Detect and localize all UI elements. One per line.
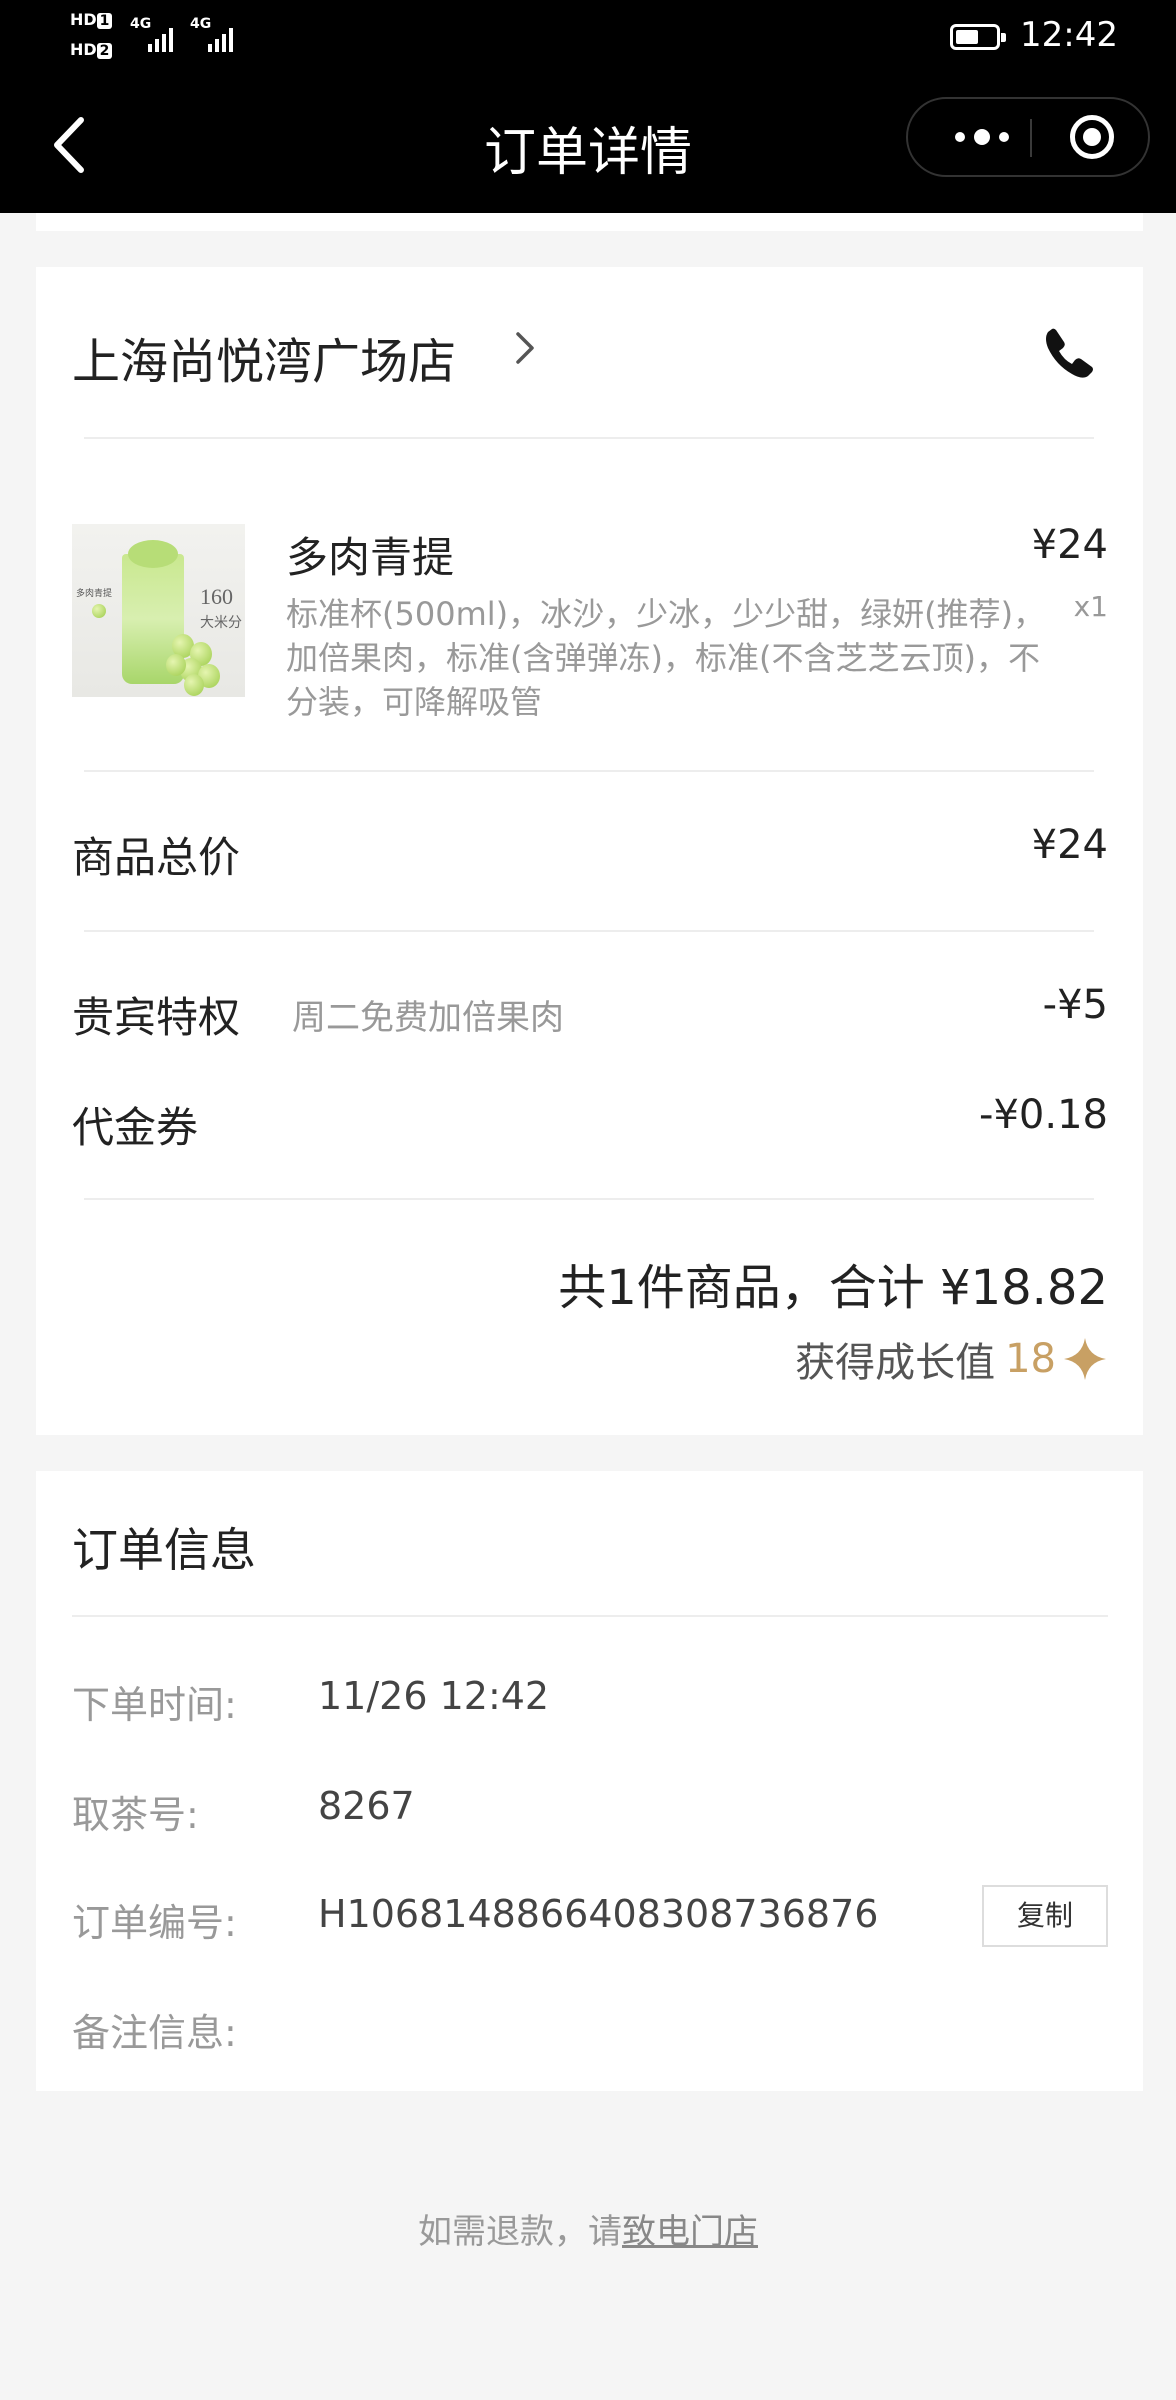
order-time-label: 下单时间: bbox=[72, 1683, 237, 1727]
vip-label: 贵宾特权 bbox=[72, 993, 241, 1042]
order-number-label: 订单编号: bbox=[72, 1901, 237, 1945]
image-brand-text: 多肉青提 bbox=[76, 589, 113, 599]
item-options: 标准杯(500ml)，冰沙，少冰，少少甜，绿妍(推荐)，加倍果肉，标准(含弹弹冻… bbox=[286, 595, 1046, 721]
sim1-label: HD bbox=[70, 10, 97, 29]
refund-note: 如需退款，请致电门店 bbox=[0, 2204, 1176, 2253]
order-number-value: H1068148866408308736876 bbox=[318, 1892, 879, 1936]
item-name: 多肉青提 bbox=[286, 533, 455, 582]
pickup-number-value: 8267 bbox=[318, 1784, 415, 1828]
image-caption-text: 大米分 bbox=[200, 615, 242, 631]
sim1-index: 1 bbox=[96, 13, 113, 29]
divider bbox=[84, 437, 1094, 439]
subtotal-value: ¥24 bbox=[1031, 822, 1108, 868]
product-image: 多肉青提 160 大米分 bbox=[72, 524, 245, 697]
signal-indicators: HD 1 HD 2 4G 4G bbox=[70, 8, 260, 68]
order-time-value: 11/26 12:42 bbox=[318, 1674, 550, 1718]
miniprogram-capsule bbox=[906, 97, 1150, 177]
signal2-icon bbox=[208, 28, 233, 52]
previous-card-edge bbox=[36, 213, 1143, 231]
divider bbox=[72, 1615, 1108, 1617]
top-bar: HD 1 HD 2 4G 4G 12:42 订单详情 bbox=[0, 0, 1176, 213]
coupon-label: 代金券 bbox=[72, 1103, 199, 1152]
subtotal-label: 商品总价 bbox=[72, 833, 241, 882]
store-link[interactable]: 上海尚悦湾广场店 bbox=[72, 322, 534, 392]
divider bbox=[84, 770, 1094, 772]
sparkle-star-icon bbox=[1064, 1338, 1106, 1380]
growth-points: 获得成长值 18 bbox=[795, 1330, 1108, 1388]
vip-discount-value: -¥5 bbox=[1042, 982, 1108, 1028]
image-number-text: 160 bbox=[200, 584, 233, 609]
sim2-indicator: HD 2 bbox=[70, 38, 126, 62]
capsule-divider bbox=[1030, 119, 1032, 157]
copy-button[interactable]: 复制 bbox=[982, 1885, 1108, 1947]
divider bbox=[84, 1198, 1094, 1200]
call-store-link[interactable]: 致电门店 bbox=[622, 2212, 758, 2252]
divider bbox=[84, 930, 1094, 932]
sim2-label: HD bbox=[70, 40, 97, 59]
item-price: ¥24 bbox=[1031, 522, 1108, 568]
growth-value: 18 bbox=[1005, 1336, 1056, 1382]
signal1-icon bbox=[148, 28, 173, 52]
sim1-indicator: HD 1 bbox=[70, 8, 126, 32]
target-circle-icon[interactable] bbox=[1070, 115, 1114, 159]
more-dots-icon[interactable] bbox=[940, 99, 1024, 175]
phone-icon[interactable] bbox=[1042, 326, 1094, 378]
order-total: 共1件商品，合计 ¥18.82 bbox=[558, 1260, 1108, 1316]
growth-label: 获得成长值 bbox=[795, 1340, 996, 1386]
order-info-title: 订单信息 bbox=[72, 1523, 256, 1577]
chevron-right-icon bbox=[516, 332, 534, 364]
pickup-number-label: 取茶号: bbox=[72, 1793, 199, 1837]
note-label: 备注信息: bbox=[72, 2011, 237, 2055]
battery-icon bbox=[950, 24, 1006, 50]
coupon-value: -¥0.18 bbox=[979, 1092, 1108, 1138]
sim2-index: 2 bbox=[96, 43, 113, 59]
status-time: 12:42 bbox=[1020, 15, 1118, 55]
refund-prefix: 如需退款，请 bbox=[418, 2212, 622, 2252]
store-name: 上海尚悦湾广场店 bbox=[72, 334, 457, 390]
vip-description: 周二免费加倍果肉 bbox=[292, 998, 564, 1038]
item-quantity: x1 bbox=[1073, 590, 1108, 623]
